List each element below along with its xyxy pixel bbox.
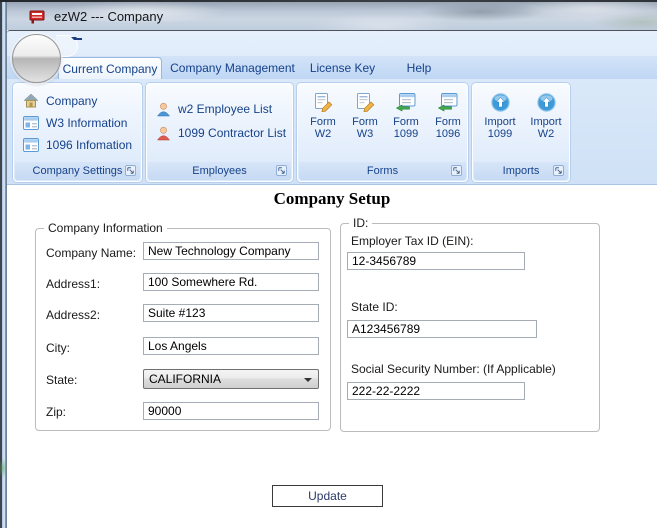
state-label: State: (46, 373, 78, 387)
tab-license-key[interactable]: License Key (305, 57, 380, 79)
ssn-input[interactable] (347, 382, 525, 400)
button-1099-contractor-list[interactable]: 1099 Contractor List (156, 124, 288, 142)
group-caption-label: Employees (192, 165, 247, 177)
state-id-label: State ID: (351, 300, 398, 314)
main-content: Company Setup Company Information Compan… (7, 186, 657, 528)
group-caption-label: Imports (502, 165, 540, 177)
button-label: 1099 Contractor List (178, 126, 287, 140)
group-caption-forms: Forms (299, 162, 466, 180)
ein-label: Employer Tax ID (EIN): (351, 234, 474, 248)
city-input[interactable] (143, 337, 319, 355)
import-up-arrow-icon (525, 88, 567, 116)
ribbon-tab-row: Current Company Company Management Licen… (7, 56, 657, 79)
address2-input[interactable] (143, 304, 319, 322)
group-caption-label: Forms (366, 165, 399, 177)
chevron-down-icon (71, 37, 77, 60)
form-edit-icon (345, 88, 385, 116)
ribbon-group-employees: w2 Employee List 1099 Contractor List Em… (146, 83, 293, 182)
page-title: Company Setup (273, 189, 391, 208)
button-label: Form 1096 (435, 116, 461, 140)
zip-label: Zip: (46, 405, 67, 419)
zip-input[interactable] (143, 402, 319, 420)
state-select[interactable]: CALIFORNIA (143, 369, 319, 389)
ribbon-group-imports: Import 1099 Import W2 Imports (472, 83, 570, 182)
ein-input[interactable] (347, 252, 525, 270)
button-label: Form W3 (352, 116, 378, 140)
address1-label: Address1: (46, 277, 101, 291)
app-icon (29, 8, 46, 25)
company-information-groupbox: Company Information Company Name: Addres… (35, 221, 331, 431)
button-label: Form 1099 (393, 116, 419, 140)
window-title: ezW2 --- Company (54, 8, 164, 24)
button-form-1096[interactable]: Form 1096 (428, 88, 468, 162)
address2-label: Address2: (46, 308, 101, 322)
button-label: w2 Employee List (178, 102, 273, 116)
import-up-arrow-icon (479, 88, 521, 116)
titlebar[interactable]: ezW2 --- Company (2, 2, 657, 30)
company-name-input[interactable] (143, 242, 319, 260)
button-w2-employee-list[interactable]: w2 Employee List (156, 100, 288, 118)
dialog-launcher-icon[interactable] (553, 165, 564, 176)
person-blue-icon (156, 102, 171, 117)
button-form-1099[interactable]: Form 1099 (386, 88, 426, 162)
home-icon (23, 93, 39, 109)
ribbon-group-company-settings: Company W3 Information 1096 Infomation C… (13, 83, 142, 182)
app-window: ezW2 --- Company Current Company Company… (0, 0, 657, 528)
tab-help[interactable]: Help (395, 57, 443, 79)
button-form-w2[interactable]: Form W2 (303, 88, 343, 162)
dialog-launcher-icon[interactable] (276, 165, 287, 176)
group-caption-imports: Imports (474, 162, 568, 180)
quick-access-toolbar-dropdown[interactable] (71, 37, 85, 60)
table-import-arrow-icon (386, 88, 426, 116)
dialog-launcher-icon[interactable] (125, 165, 136, 176)
dialog-launcher-icon[interactable] (451, 165, 462, 176)
id-groupbox: ID: Employer Tax ID (EIN): State ID: Soc… (340, 216, 600, 432)
address1-input[interactable] (143, 273, 319, 291)
ribbon: Current Company Company Management Licen… (7, 30, 657, 185)
grid-icon (23, 138, 39, 152)
group-caption-employees: Employees (148, 162, 291, 180)
company-name-label: Company Name: (46, 246, 137, 260)
button-form-w3[interactable]: Form W3 (345, 88, 385, 162)
button-label: Import W2 (530, 116, 562, 140)
window-frame-left (0, 2, 7, 528)
grid-icon (23, 116, 39, 130)
button-1096-information[interactable]: 1096 Infomation (23, 136, 137, 154)
application-orb-button[interactable] (12, 34, 61, 83)
group-caption-label: Company Settings (32, 165, 123, 177)
groupbox-legend: Company Information (44, 221, 167, 235)
button-import-w2[interactable]: Import W2 (525, 88, 567, 162)
city-label: City: (46, 341, 70, 355)
state-id-input[interactable] (347, 320, 537, 338)
person-red-icon (156, 126, 171, 141)
button-company[interactable]: Company (23, 92, 137, 110)
group-caption-company-settings: Company Settings (15, 162, 140, 180)
button-w3-information[interactable]: W3 Information (23, 114, 137, 132)
button-label: 1096 Infomation (46, 138, 133, 152)
button-label: Import 1099 (484, 116, 516, 140)
update-button[interactable]: Update (272, 485, 383, 507)
state-selected-value: CALIFORNIA (149, 372, 222, 386)
button-label: W3 Information (46, 116, 128, 130)
tab-company-management[interactable]: Company Management (170, 57, 295, 79)
form-edit-icon (303, 88, 343, 116)
tab-current-company[interactable]: Current Company (58, 57, 162, 79)
groupbox-legend: ID: (349, 216, 373, 230)
chevron-down-icon (304, 378, 312, 386)
button-import-1099[interactable]: Import 1099 (479, 88, 521, 162)
table-import-arrow-icon (428, 88, 468, 116)
button-label: Form W2 (310, 116, 336, 140)
button-label: Company (46, 94, 98, 108)
ssn-label: Social Security Number: (If Applicable) (351, 362, 556, 376)
ribbon-group-forms: Form W2 Form W3 Form 1099 Form 1096 Form… (297, 83, 468, 182)
